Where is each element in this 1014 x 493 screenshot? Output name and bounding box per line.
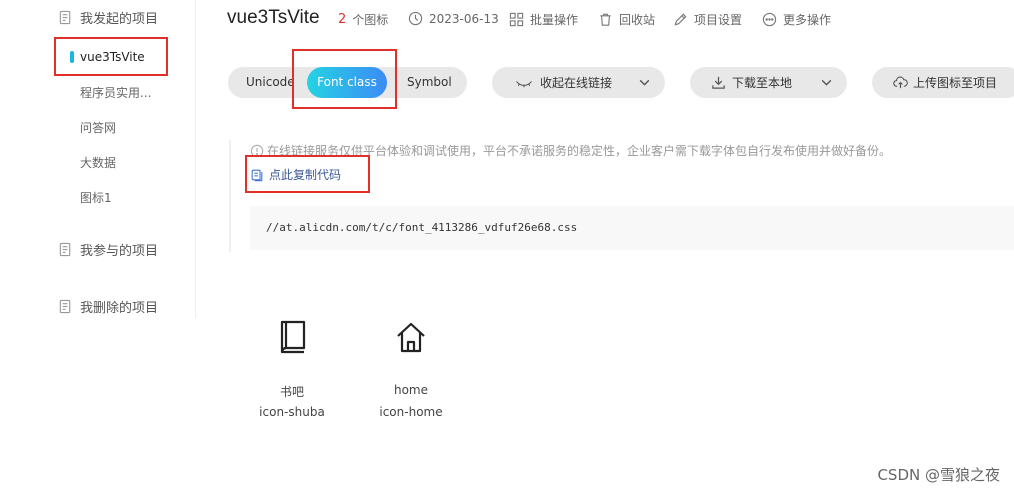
tab-symbol[interactable]: Symbol xyxy=(407,67,452,98)
document-icon xyxy=(59,242,71,256)
more-ops-label: 更多操作 xyxy=(783,13,832,27)
download-icon xyxy=(712,76,725,89)
chevron-down-icon xyxy=(639,79,650,86)
home-icon xyxy=(397,322,425,353)
book-icon xyxy=(280,320,306,354)
sidebar-item-label: vue3TsVite xyxy=(80,49,145,64)
active-indicator xyxy=(70,50,74,63)
upload-button[interactable]: 上传图标至项目 xyxy=(872,67,1014,98)
sidebar-item-programmer[interactable]: 程序员实用... xyxy=(80,84,151,101)
copy-icon xyxy=(251,169,263,181)
edit-icon xyxy=(674,13,687,26)
my-projects-label: 我发起的项目 xyxy=(80,11,159,27)
joined-projects-header[interactable]: 我参与的项目 xyxy=(58,239,158,259)
grid-icon xyxy=(509,12,524,27)
css-code-block: //at.alicdn.com/t/c/font_4113286_vdfuf26… xyxy=(250,206,1014,250)
icon-count: 2 个图标 xyxy=(338,11,388,28)
download-button[interactable]: 下载至本地 xyxy=(690,67,847,98)
icon-count-label: 个图标 xyxy=(352,13,389,27)
icon-name: home xyxy=(393,383,429,397)
sidebar-item-icons1[interactable]: 图标1 xyxy=(80,189,112,206)
more-icon xyxy=(762,12,777,27)
download-label: 下载至本地 xyxy=(732,76,793,90)
deleted-projects-label: 我删除的项目 xyxy=(80,300,159,316)
copy-code-label: 点此复制代码 xyxy=(269,168,342,182)
collapse-link-button[interactable]: 收起在线链接 xyxy=(492,67,665,98)
more-ops-button[interactable]: 更多操作 xyxy=(762,11,831,28)
chevron-down-icon xyxy=(821,79,832,86)
cloud-upload-icon xyxy=(893,76,908,89)
project-settings-label: 项目设置 xyxy=(694,13,743,27)
css-url: //at.alicdn.com/t/c/font_4113286_vdfuf26… xyxy=(266,221,578,234)
icon-count-number: 2 xyxy=(338,12,347,27)
my-projects-header[interactable]: 我发起的项目 xyxy=(58,7,158,27)
deleted-projects-header[interactable]: 我删除的项目 xyxy=(58,296,158,316)
eye-closed-icon xyxy=(516,81,532,88)
recycle-bin-button[interactable]: 回收站 xyxy=(598,11,655,28)
joined-projects-label: 我参与的项目 xyxy=(80,243,159,259)
tab-unicode[interactable]: Unicode xyxy=(246,67,295,98)
sidebar-item-qa[interactable]: 问答网 xyxy=(80,119,116,136)
collapse-link-label: 收起在线链接 xyxy=(540,76,613,90)
sidebar-item-vue3tsvite[interactable]: vue3TsVite xyxy=(54,37,168,76)
sidebar-item-bigdata[interactable]: 大数据 xyxy=(80,154,116,171)
project-title: vue3TsVite xyxy=(227,7,320,28)
recycle-bin-label: 回收站 xyxy=(619,13,656,27)
document-icon xyxy=(59,299,71,313)
icon-class: icon-shuba xyxy=(259,405,325,419)
sidebar: 我发起的项目 vue3TsVite 程序员实用... 问答网 大数据 图标1 我… xyxy=(0,0,196,318)
created-date: 2023-06-13 xyxy=(408,11,499,26)
watermark: CSDN @雪狼之夜 xyxy=(877,466,1000,484)
font-class-highlight xyxy=(292,49,397,109)
upload-label: 上传图标至项目 xyxy=(913,76,998,90)
icon-name: 书吧 xyxy=(279,385,304,399)
batch-ops-label: 批量操作 xyxy=(530,13,579,27)
batch-ops-button[interactable]: 批量操作 xyxy=(509,11,578,28)
trash-icon xyxy=(600,13,611,26)
copy-code-link[interactable]: 点此复制代码 xyxy=(250,166,341,183)
document-icon xyxy=(59,10,71,24)
project-settings-button[interactable]: 项目设置 xyxy=(673,11,742,28)
icon-class: icon-home xyxy=(379,405,443,419)
notice-divider xyxy=(229,140,231,252)
date-text: 2023-06-13 xyxy=(429,11,499,26)
clock-icon xyxy=(408,11,423,26)
